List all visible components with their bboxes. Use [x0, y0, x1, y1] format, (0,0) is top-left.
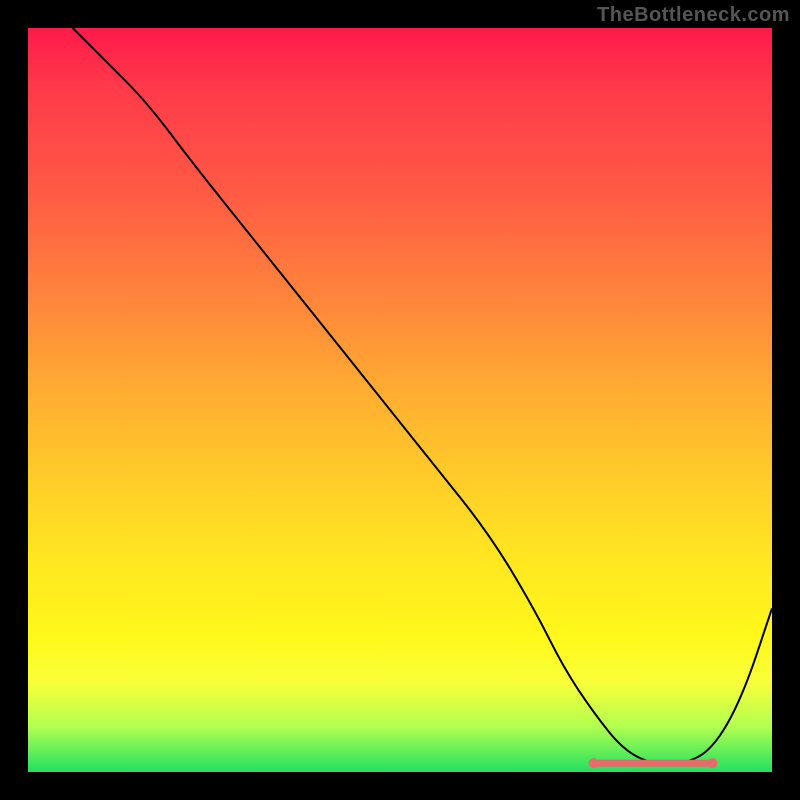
optimal-range-end-dot — [707, 758, 717, 768]
chart-svg — [28, 28, 772, 772]
bottleneck-curve-line — [73, 28, 772, 765]
watermark-text: TheBottleneck.com — [597, 4, 790, 27]
plot-area — [28, 28, 772, 772]
chart-container: TheBottleneck.com — [0, 0, 800, 800]
optimal-range-start-dot — [588, 758, 598, 768]
